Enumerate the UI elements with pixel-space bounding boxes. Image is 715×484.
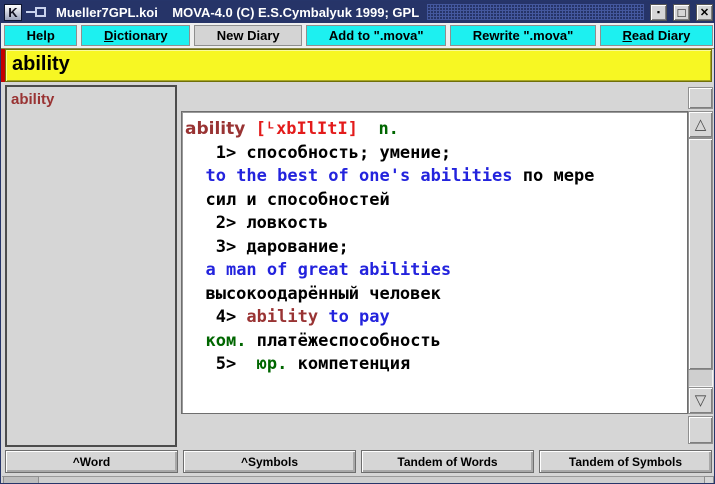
- window-title: Mueller7GPL.koi MOVA-4.0 (C) E.S.Cymbaly…: [52, 5, 423, 20]
- entry-segment-plain: платёжеспособность: [246, 331, 440, 351]
- entry-segment-example: to pay: [328, 307, 389, 327]
- entry-segment-plain: 5>: [185, 354, 257, 374]
- maximize-icon[interactable]: □: [673, 4, 690, 21]
- entry-segment-example: a man of great abilities: [205, 260, 451, 280]
- hscrollbar-end-button[interactable]: [704, 476, 714, 484]
- menu-button-add-to-mova[interactable]: Add to ".mova": [306, 25, 446, 46]
- pushpin-needle: [26, 11, 35, 13]
- entry-segment-transcription: [ᴸxbIlItI]: [256, 119, 358, 139]
- close-icon[interactable]: ✕: [696, 4, 713, 21]
- pushpin-head: [35, 7, 46, 17]
- entry-segment-plain: 4>: [185, 307, 246, 327]
- entry-segment-plain: [185, 166, 205, 186]
- entry-segment-plain: [245, 119, 255, 139]
- entry-line: 4> ability to pay: [185, 306, 684, 330]
- entry-line: 1> способность; умение;: [185, 142, 684, 166]
- entry-line: a man of great abilities: [185, 259, 684, 283]
- title-bar: K Mueller7GPL.koi MOVA-4.0 (C) E.S.Cymba…: [1, 1, 715, 23]
- entry-line: высокоодарённый человек: [185, 283, 684, 307]
- menu-button-rewrite-mova[interactable]: Rewrite ".mova": [450, 25, 596, 46]
- scroll-down-icon[interactable]: ▽: [688, 387, 713, 414]
- entry-segment-plain: 3> дарование;: [185, 237, 349, 257]
- search-input[interactable]: ability: [5, 49, 712, 82]
- menu-button-dictionary[interactable]: Dictionary: [81, 25, 190, 46]
- entry-segment-pos: n.: [378, 119, 398, 139]
- scroll-top-button[interactable]: [688, 87, 713, 109]
- entry-segment-mark: ком.: [205, 331, 246, 351]
- entry-segment-plain: компетенция: [287, 354, 410, 374]
- word-list-panel[interactable]: ability: [5, 85, 177, 447]
- scroll-bottom-button[interactable]: [688, 416, 713, 444]
- minimize-icon[interactable]: ▪: [650, 4, 667, 21]
- entry-text-panel[interactable]: ability [ᴸxbIlItI] n. 1> способность; ум…: [181, 111, 688, 414]
- entry-line: 5> юр. компетенция: [185, 353, 684, 377]
- entry-segment-plain: по мере: [513, 166, 595, 186]
- entry-segment-plain: [185, 260, 205, 280]
- entry-segment-example: to the best of one's abilities: [205, 166, 512, 186]
- titlebar-stipple[interactable]: [427, 4, 644, 20]
- scrollbar-trough[interactable]: [688, 138, 713, 387]
- entry-segment-plain: [358, 119, 378, 139]
- symbols-search-button[interactable]: ^Symbols: [183, 450, 356, 473]
- hscrollbar-thumb[interactable]: [3, 476, 39, 484]
- menu-button-read-diary[interactable]: Read Diary: [600, 25, 713, 46]
- horizontal-scrollbar[interactable]: [2, 476, 714, 484]
- app-window: K Mueller7GPL.koi MOVA-4.0 (C) E.S.Cymba…: [0, 0, 715, 484]
- entry-segment-hw-inline: ability: [246, 307, 318, 327]
- pushpin-icon[interactable]: [26, 6, 48, 18]
- entry-segment-plain: сил и способностей: [185, 190, 390, 210]
- entry-segment-plain: 1> способность; умение;: [185, 143, 451, 163]
- vertical-scrollbar[interactable]: △ ▽: [688, 111, 713, 414]
- entry-line: to the best of one's abilities по мере: [185, 165, 684, 189]
- entry-segment-plain: высокоодарённый человек: [185, 284, 441, 304]
- entry-line: ability [ᴸxbIlItI] n.: [185, 118, 684, 142]
- entry-segment-plain: [185, 331, 205, 351]
- entry-segment-plain: [318, 307, 328, 327]
- menu-button-help[interactable]: Help: [4, 25, 77, 46]
- entry-line: 2> ловкость: [185, 212, 684, 236]
- entry-line: сил и способностей: [185, 189, 684, 213]
- entry-segment-plain: 2> ловкость: [185, 213, 328, 233]
- menu-button-new-diary[interactable]: New Diary: [194, 25, 302, 46]
- entry-segment-headword: ability: [185, 119, 245, 139]
- word-list-item[interactable]: ability: [11, 90, 171, 109]
- tandem-of-words-button[interactable]: Tandem of Words: [361, 450, 534, 473]
- entry-line: ком. платёжеспособность: [185, 330, 684, 354]
- word-search-button[interactable]: ^Word: [5, 450, 178, 473]
- scrollbar-thumb[interactable]: [688, 138, 713, 370]
- tandem-of-symbols-button[interactable]: Tandem of Symbols: [539, 450, 712, 473]
- k-menu-icon[interactable]: K: [4, 4, 22, 21]
- menu-bar: HelpDictionaryNew DiaryAdd to ".mova"Rew…: [1, 23, 715, 49]
- entry-segment-mark: юр.: [257, 354, 288, 374]
- entry-line: 3> дарование;: [185, 236, 684, 260]
- scroll-up-icon[interactable]: △: [688, 111, 713, 138]
